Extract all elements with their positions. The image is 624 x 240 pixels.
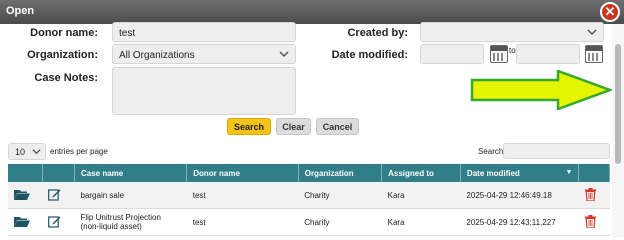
column-header-open (8, 164, 43, 182)
date-modified-header-label: Date modified (466, 168, 520, 178)
table-row: bargain sale test Charity Kara 2025-04-2… (8, 182, 610, 209)
delete-case-cell (578, 182, 610, 209)
table-header-row: Case name Donor name Organization Assign… (8, 164, 610, 182)
date-modified-label: Date modified: (331, 49, 408, 61)
created-by-label: Created by: (347, 27, 408, 39)
calendar-icon[interactable] (585, 45, 603, 63)
edit-icon[interactable] (48, 188, 61, 201)
table-search-input[interactable] (503, 143, 610, 159)
chevron-down-icon (587, 29, 597, 36)
entries-per-page-select[interactable]: 10 (8, 143, 46, 160)
calendar-icon[interactable] (490, 45, 508, 63)
date-to-field[interactable] (516, 44, 580, 64)
close-icon: ✕ (604, 4, 616, 19)
open-case-cell (8, 182, 43, 209)
table-row: Flip Unitrust Projection (non-liquid ass… (8, 208, 610, 236)
assigned-to-cell: Kara (381, 208, 461, 236)
close-button[interactable]: ✕ (600, 2, 620, 22)
column-header-date-modified[interactable]: Date modified ▼ (460, 164, 580, 182)
date-modified-cell: 2025-04-29 12:46:49.18 (460, 182, 579, 209)
column-header-organization[interactable]: Organization (298, 164, 383, 182)
entries-label: entries per page (50, 147, 108, 156)
cancel-button[interactable]: Cancel (316, 118, 359, 135)
trash-icon[interactable] (584, 187, 596, 202)
entries-value: 10 (15, 147, 26, 157)
donor-name-cell: test (186, 208, 299, 236)
folder-open-icon[interactable] (14, 216, 30, 227)
edit-case-cell (42, 182, 75, 209)
column-header-edit (42, 164, 75, 182)
column-header-donor-name[interactable]: Donor name (186, 164, 299, 182)
date-to-label: to (509, 46, 516, 55)
arrow-right-icon (470, 70, 612, 110)
donor-name-value: test (119, 28, 136, 39)
window-titlebar: Open ✕ (0, 0, 624, 24)
chevron-down-icon (279, 51, 289, 58)
search-button[interactable]: Search (227, 118, 271, 135)
case-name-cell: bargain sale (74, 182, 187, 209)
donor-name-cell: test (186, 182, 299, 209)
column-header-case-name[interactable]: Case name (74, 164, 188, 182)
sort-desc-icon: ▼ (565, 168, 573, 176)
folder-open-icon[interactable] (14, 189, 30, 200)
trash-icon[interactable] (584, 214, 596, 229)
organization-label: Organization: (27, 49, 98, 61)
delete-case-cell (578, 208, 610, 236)
clear-button[interactable]: Clear (276, 118, 311, 135)
case-notes-textarea[interactable] (112, 67, 296, 115)
edit-icon[interactable] (48, 215, 61, 228)
scrollbar-thumb[interactable] (615, 44, 621, 164)
column-header-delete (578, 164, 610, 182)
date-from-field[interactable] (420, 44, 484, 64)
donor-name-field[interactable]: test (112, 22, 296, 42)
date-modified-cell: 2025-04-29 12:43:11.227 (460, 208, 579, 236)
case-name-cell: Flip Unitrust Projection (non-liquid ass… (74, 208, 187, 236)
table-search-label: Search: (478, 147, 506, 156)
chevron-down-icon (32, 149, 41, 155)
window-title: Open (6, 5, 35, 17)
created-by-select[interactable] (420, 22, 604, 42)
organization-select[interactable]: All Organizations (112, 44, 296, 64)
case-notes-label: Case Notes: (34, 72, 98, 84)
organization-cell: Charity (298, 182, 382, 209)
organization-cell: Charity (298, 208, 382, 236)
column-header-assigned-to[interactable]: Assigned to (381, 164, 461, 182)
assigned-to-cell: Kara (381, 182, 461, 209)
open-case-cell (8, 208, 43, 236)
edit-case-cell (42, 208, 75, 236)
vertical-scrollbar[interactable] (612, 24, 624, 237)
cases-table: Case name Donor name Organization Assign… (8, 164, 610, 236)
organization-value: All Organizations (119, 50, 195, 61)
donor-name-label: Donor name: (30, 27, 98, 39)
